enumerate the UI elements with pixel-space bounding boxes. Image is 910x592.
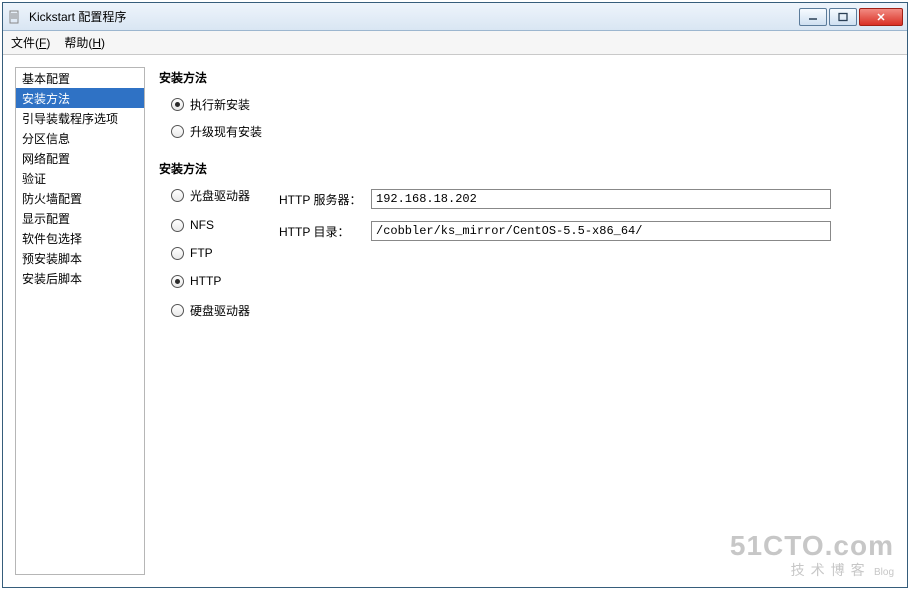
sidebar-item-label: 软件包选择 xyxy=(22,230,82,247)
sidebar-item-label: 预安装脚本 xyxy=(22,250,82,267)
http-server-input[interactable] xyxy=(371,189,831,209)
sidebar-item-label: 安装后脚本 xyxy=(22,270,82,287)
radio-icon xyxy=(171,189,184,202)
sidebar: 基本配置 安装方法 引导装载程序选项 分区信息 网络配置 验证 防火墙配置 显示… xyxy=(15,67,145,575)
radio-icon xyxy=(171,275,184,288)
sidebar-item-label: 验证 xyxy=(22,170,46,187)
sidebar-item-label: 分区信息 xyxy=(22,130,70,147)
sidebar-item-label: 基本配置 xyxy=(22,70,70,87)
radio-icon xyxy=(171,125,184,138)
radio-cdrom[interactable]: 光盘驱动器 xyxy=(171,187,259,204)
menu-help[interactable]: 帮助(H) xyxy=(64,34,105,51)
sidebar-item-label: 防火墙配置 xyxy=(22,190,82,207)
sidebar-item-display[interactable]: 显示配置 xyxy=(16,208,144,228)
http-dir-label: HTTP 目录： xyxy=(279,223,371,240)
minimize-icon xyxy=(808,12,818,22)
sidebar-item-bootloader[interactable]: 引导装载程序选项 xyxy=(16,108,144,128)
app-window: Kickstart 配置程序 文件(F) 帮助(H) 基本配置 安装方法 引导装… xyxy=(2,2,908,588)
menu-file[interactable]: 文件(F) xyxy=(11,34,50,51)
sidebar-item-network[interactable]: 网络配置 xyxy=(16,148,144,168)
maximize-button[interactable] xyxy=(829,8,857,26)
titlebar: Kickstart 配置程序 xyxy=(3,3,907,31)
http-server-label: HTTP 服务器： xyxy=(279,191,371,208)
close-button[interactable] xyxy=(859,8,903,26)
sidebar-item-label: 引导装载程序选项 xyxy=(22,110,118,127)
radio-upgrade[interactable]: 升级现有安装 xyxy=(171,123,895,140)
close-icon xyxy=(876,12,886,22)
section-title-action: 安装方法 xyxy=(159,69,895,86)
radio-label: 升级现有安装 xyxy=(190,123,262,140)
radio-ftp[interactable]: FTP xyxy=(171,246,259,260)
radio-nfs[interactable]: NFS xyxy=(171,218,259,232)
sidebar-item-label: 显示配置 xyxy=(22,210,70,227)
radio-label: HTTP xyxy=(190,274,221,288)
client-area: 基本配置 安装方法 引导装载程序选项 分区信息 网络配置 验证 防火墙配置 显示… xyxy=(3,55,907,587)
radio-label: 光盘驱动器 xyxy=(190,187,250,204)
sidebar-item-label: 网络配置 xyxy=(22,150,70,167)
radio-icon xyxy=(171,247,184,260)
http-fields: HTTP 服务器： HTTP 目录： xyxy=(279,187,831,333)
section-title-method: 安装方法 xyxy=(159,160,895,177)
radio-label: 执行新安装 xyxy=(190,96,250,113)
app-icon xyxy=(7,9,23,25)
radio-icon xyxy=(171,98,184,111)
menubar: 文件(F) 帮助(H) xyxy=(3,31,907,55)
sidebar-item-pre-script[interactable]: 预安装脚本 xyxy=(16,248,144,268)
sidebar-item-auth[interactable]: 验证 xyxy=(16,168,144,188)
method-options: 光盘驱动器 NFS FTP HTTP xyxy=(159,187,259,333)
sidebar-item-partition[interactable]: 分区信息 xyxy=(16,128,144,148)
radio-label: FTP xyxy=(190,246,213,260)
sidebar-item-label: 安装方法 xyxy=(22,90,70,107)
maximize-icon xyxy=(838,12,848,22)
radio-http[interactable]: HTTP xyxy=(171,274,259,288)
radio-new-install[interactable]: 执行新安装 xyxy=(171,96,895,113)
sidebar-item-packages[interactable]: 软件包选择 xyxy=(16,228,144,248)
http-dir-input[interactable] xyxy=(371,221,831,241)
sidebar-item-firewall[interactable]: 防火墙配置 xyxy=(16,188,144,208)
window-title: Kickstart 配置程序 xyxy=(29,8,799,25)
radio-label: NFS xyxy=(190,218,214,232)
minimize-button[interactable] xyxy=(799,8,827,26)
radio-icon xyxy=(171,219,184,232)
sidebar-item-post-script[interactable]: 安装后脚本 xyxy=(16,268,144,288)
radio-harddrive[interactable]: 硬盘驱动器 xyxy=(171,302,259,319)
radio-icon xyxy=(171,304,184,317)
radio-label: 硬盘驱动器 xyxy=(190,302,250,319)
content-pane: 安装方法 执行新安装 升级现有安装 安装方法 光盘驱动器 xyxy=(159,67,895,575)
sidebar-item-install-method[interactable]: 安装方法 xyxy=(16,88,144,108)
sidebar-item-basic[interactable]: 基本配置 xyxy=(16,68,144,88)
